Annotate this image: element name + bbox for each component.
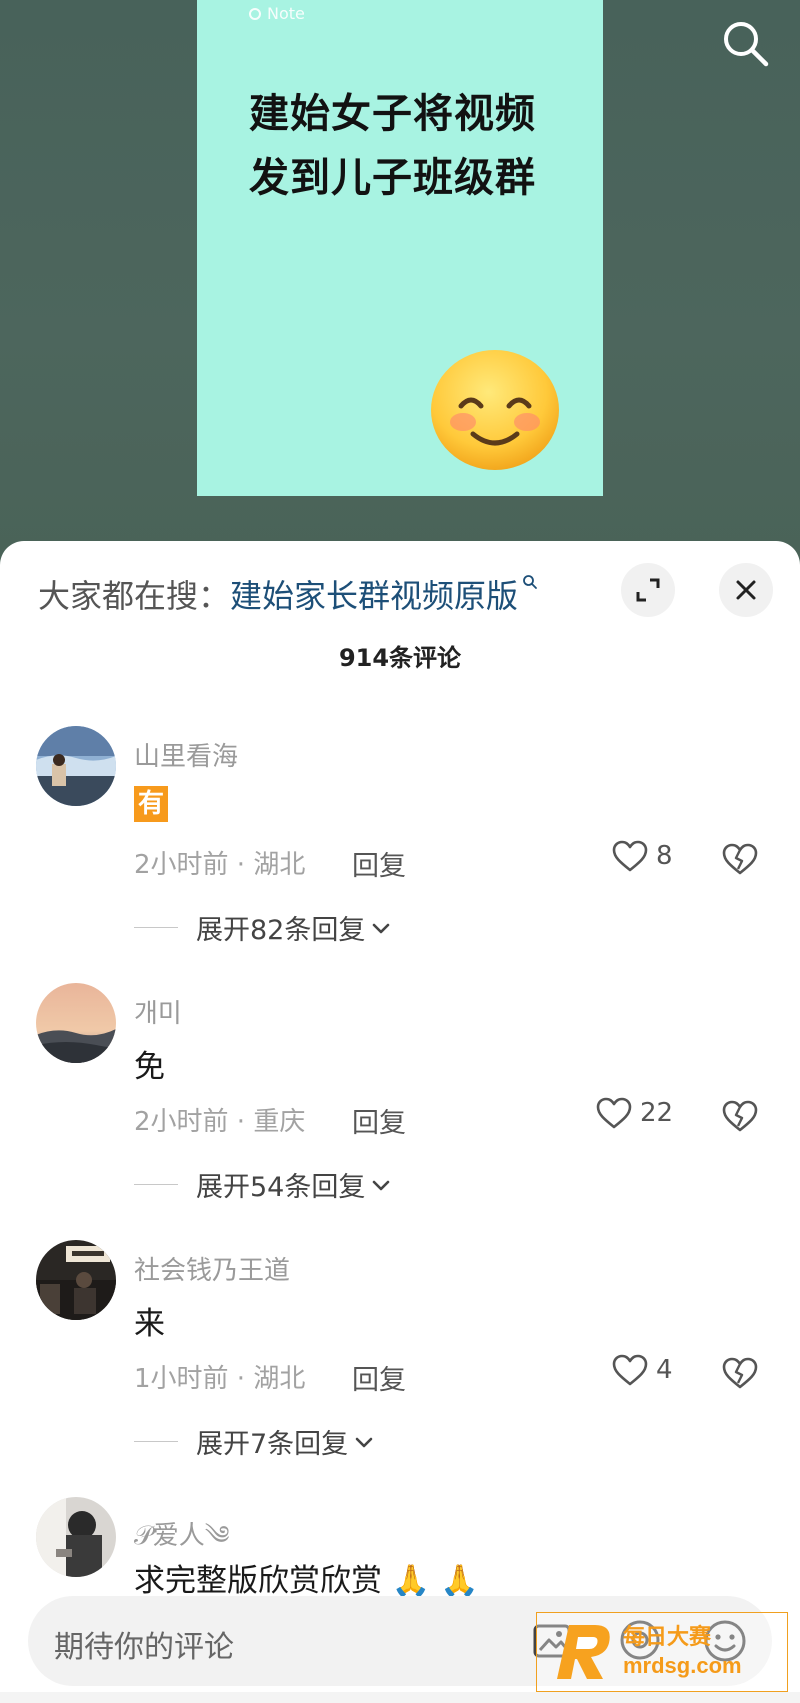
chevron-down-icon (373, 1180, 390, 1190)
comment-text-badge: 有 (134, 786, 169, 822)
like-button[interactable]: 22 (596, 1097, 673, 1129)
hot-search-bar: 大家都在搜： 建始家长群视频原版 (38, 571, 538, 617)
comment-text: 来 (134, 1306, 165, 1342)
comment-count: 914条评论 (338, 644, 462, 672)
comment-meta: 1小时前 · 湖北 (134, 1364, 306, 1394)
avatar-image (36, 726, 116, 806)
divider (134, 927, 178, 928)
expand-replies-label: 展开82条回复 (196, 915, 366, 946)
search-small-icon (523, 575, 537, 589)
note-title: 建始女子将视频发到儿子班级群 (249, 91, 536, 201)
chevron-down-icon (373, 923, 390, 933)
search-icon[interactable] (720, 18, 770, 68)
avatar[interactable] (36, 983, 116, 1063)
username[interactable]: 山里看海 (134, 736, 238, 773)
comment-text: 求完整版欣赏欣赏 🙏 🙏 (134, 1563, 479, 1599)
hot-search-link[interactable]: 建始家长群视频原版 (230, 571, 518, 617)
note-tag-label: Note (267, 4, 305, 23)
broken-heart-icon[interactable] (722, 1356, 758, 1390)
broken-heart-icon[interactable] (722, 1099, 758, 1133)
like-count: 4 (656, 1355, 673, 1385)
watermark-name: 每日大赛 (623, 1625, 712, 1650)
expand-replies[interactable]: 展开54条回复 (134, 1165, 391, 1204)
expand-icon (636, 578, 660, 602)
smiling-face-emoji-icon (431, 350, 559, 470)
reply-button[interactable]: 回复 (352, 844, 406, 883)
bottom-strip (0, 1692, 800, 1703)
comment-meta: 2小时前 · 湖北 (134, 850, 306, 880)
like-count: 22 (640, 1098, 674, 1128)
like-button[interactable]: 4 (612, 1354, 673, 1386)
broken-heart-icon[interactable] (722, 842, 758, 876)
expand-replies-label: 展开7条回复 (196, 1429, 349, 1460)
close-icon (736, 580, 756, 600)
expand-replies[interactable]: 展开82条回复 (134, 908, 391, 947)
note-ring-icon (249, 7, 261, 20)
watermark: 每日大赛 mrdsg.com (536, 1612, 788, 1692)
video-area[interactable]: Note 建始女子将视频发到儿子班级群 (0, 0, 800, 560)
avatar[interactable] (36, 1497, 116, 1577)
like-count: 8 (656, 841, 673, 871)
username[interactable]: 社会钱乃王道 (134, 1250, 290, 1287)
avatar-image (36, 1240, 116, 1320)
fullscreen-button[interactable] (621, 563, 675, 617)
divider (134, 1184, 178, 1185)
comment-text: 免 (134, 1049, 165, 1085)
expand-replies[interactable]: 展开7条回复 (134, 1422, 374, 1461)
note-tag: Note (249, 4, 305, 23)
reply-button[interactable]: 回复 (352, 1358, 406, 1397)
heart-icon (596, 1097, 632, 1129)
like-button[interactable]: 8 (612, 840, 673, 872)
comment-sheet: 大家都在搜： 建始家长群视频原版 914条评论 山里看海 有 2小时前 · 湖北… (0, 541, 800, 1703)
watermark-logo-icon (557, 1625, 610, 1679)
hot-search-prefix: 大家都在搜： (38, 577, 231, 615)
avatar[interactable] (36, 726, 116, 806)
watermark-url: mrdsg.com (623, 1653, 742, 1678)
avatar-image (36, 1497, 116, 1577)
expand-replies-label: 展开54条回复 (196, 1172, 366, 1203)
avatar-image (36, 983, 116, 1063)
heart-icon (612, 1354, 648, 1386)
heart-icon (612, 840, 648, 872)
close-button[interactable] (719, 563, 773, 617)
divider (134, 1441, 178, 1442)
avatar[interactable] (36, 1240, 116, 1320)
chevron-down-icon (355, 1437, 373, 1447)
comment-meta: 2小时前 · 重庆 (134, 1107, 306, 1137)
username[interactable]: 개미 (134, 993, 182, 1030)
comment-input[interactable]: 期待你的评论 (54, 1622, 234, 1666)
note-card: Note 建始女子将视频发到儿子班级群 (197, 0, 603, 496)
comment-text: 有 (134, 784, 169, 822)
reply-button[interactable]: 回复 (352, 1101, 406, 1140)
